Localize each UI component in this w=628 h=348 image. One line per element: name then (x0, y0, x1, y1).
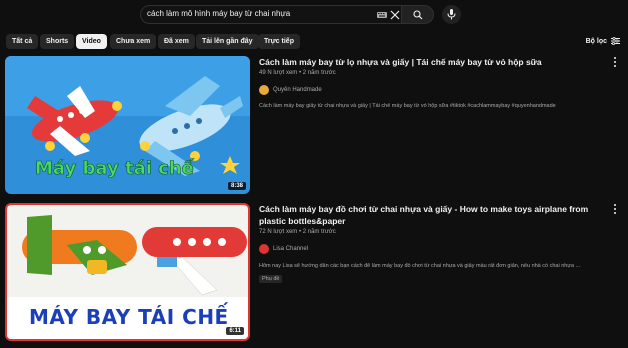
channel-row[interactable]: Lisa Channel (259, 244, 308, 254)
search-button[interactable] (402, 5, 434, 24)
chip-recently-uploaded[interactable]: Tải lên gần đây (196, 34, 259, 49)
chip-video[interactable]: Video (76, 34, 107, 49)
chip-unwatched[interactable]: Chưa xem (110, 34, 157, 49)
video-description: Cách làm máy bay giấy từ chai nhựa và gi… (259, 103, 556, 109)
captions-badge: Phụ đề (259, 275, 283, 283)
thumbnail-caption: Máy bay tái chế (35, 158, 194, 180)
filter-label: Bộ lọc (585, 37, 607, 45)
chip-watched[interactable]: Đã xem (158, 34, 195, 49)
video-description: Hôm nay Lisa sẽ hướng dẫn các bạn cách đ… (259, 263, 581, 269)
avatar[interactable] (259, 244, 269, 254)
clear-search-icon[interactable] (390, 10, 400, 20)
chip-live[interactable]: Trực tiếp (258, 34, 300, 49)
video-meta: 49 N lượt xem • 2 năm trước (259, 70, 336, 76)
search-icon (413, 10, 423, 20)
filter-button[interactable]: Bộ lọc (586, 37, 620, 45)
video-thumbnail[interactable]: Máy bay tái chế 8:38 (5, 56, 250, 194)
video-result[interactable]: MÁY BAY TÁI CHẾ 6:11 Cách làm máy bay đồ… (0, 203, 628, 343)
channel-name[interactable]: Lisa Channel (273, 246, 308, 252)
microphone-icon (447, 9, 456, 20)
video-title[interactable]: Cách làm máy bay từ lọ nhựa và giấy | Tá… (259, 56, 589, 68)
video-duration: 8:38 (227, 182, 246, 190)
top-bar: cách làm mô hình máy bay từ chai nhựa (0, 0, 628, 30)
video-meta: 72 N lượt xem • 2 năm trước (259, 229, 336, 235)
chip-all[interactable]: Tất cả (6, 34, 39, 49)
keyboard-icon[interactable] (377, 12, 387, 18)
avatar[interactable] (259, 85, 269, 95)
search-query[interactable]: cách làm mô hình máy bay từ chai nhựa (147, 9, 290, 18)
search-input[interactable]: cách làm mô hình máy bay từ chai nhựa (140, 5, 402, 24)
more-options-icon[interactable] (612, 56, 618, 68)
channel-name[interactable]: Quyên Handmade (273, 87, 322, 93)
chip-shorts[interactable]: Shorts (40, 34, 75, 49)
video-result[interactable]: Máy bay tái chế 8:38 Cách làm máy bay từ… (0, 56, 628, 196)
video-title[interactable]: Cách làm máy bay đồ chơi từ chai nhựa và… (259, 203, 589, 227)
video-thumbnail[interactable]: MÁY BAY TÁI CHẾ 6:11 (5, 203, 250, 341)
thumbnail-caption: MÁY BAY TÁI CHẾ (29, 305, 229, 329)
filter-icon (611, 37, 620, 45)
video-duration: 6:11 (226, 327, 244, 335)
channel-row[interactable]: Quyên Handmade (259, 85, 322, 95)
more-options-icon[interactable] (612, 203, 618, 215)
voice-search-button[interactable] (442, 5, 461, 24)
